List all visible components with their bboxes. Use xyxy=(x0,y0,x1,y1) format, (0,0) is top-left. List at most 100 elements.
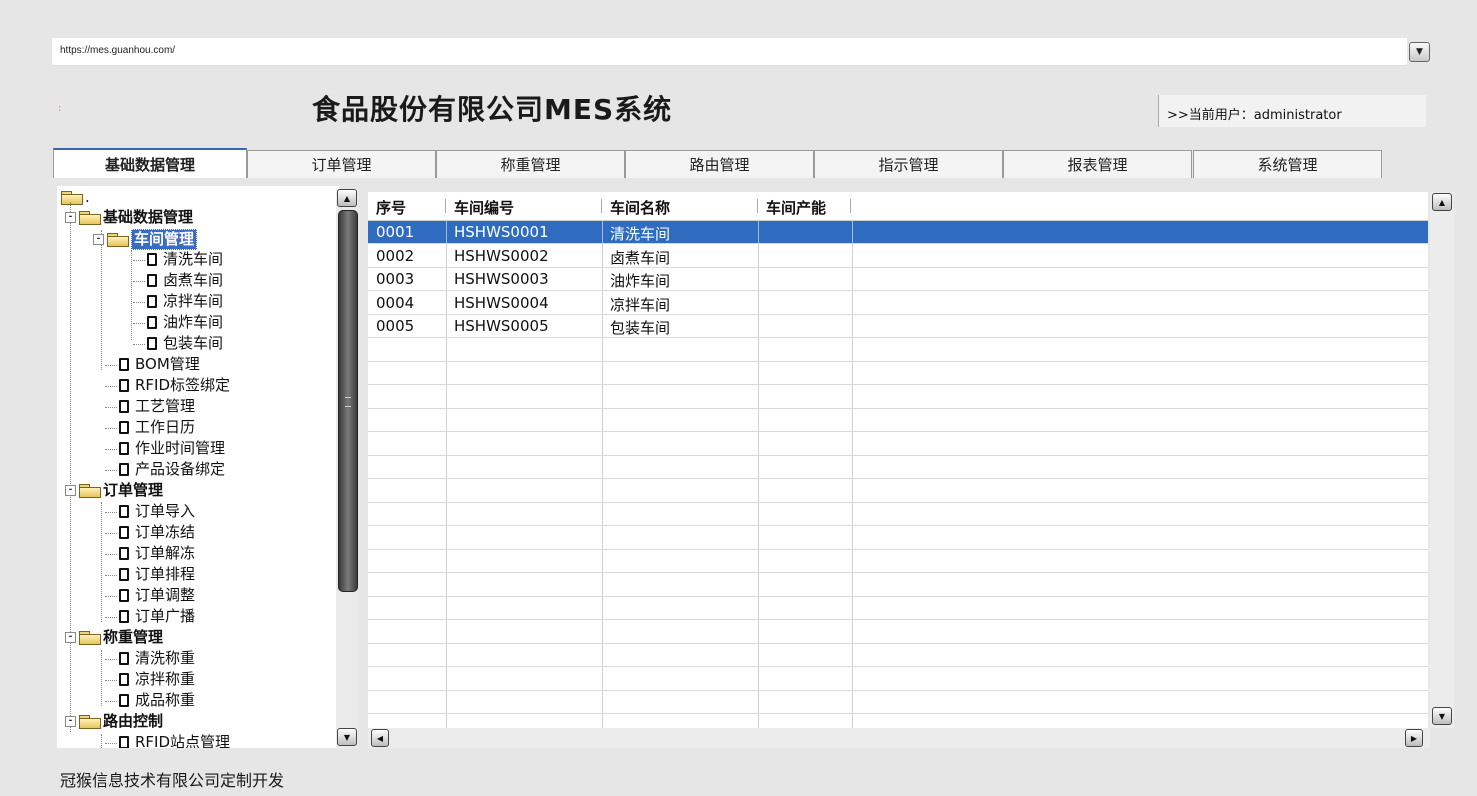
tree-connector xyxy=(101,230,102,370)
tree-item[interactable]: 工作日历 xyxy=(119,418,195,437)
tree-connector xyxy=(133,260,145,261)
scroll-down-icon: ▼ xyxy=(343,732,351,742)
tree-item[interactable]: RFID标签绑定 xyxy=(119,376,230,395)
grid-vertical-scrollbar[interactable] xyxy=(1430,192,1454,728)
folder-icon xyxy=(107,233,129,247)
table-row[interactable]: 0003 HSHWS0003 油炸车间 xyxy=(368,268,1428,291)
grid-horizontal-scrollbar[interactable] xyxy=(368,728,1430,748)
tree-connector xyxy=(105,449,117,450)
tree-connector xyxy=(105,575,117,576)
grid-scroll-up-button[interactable]: ▲ xyxy=(1432,193,1452,211)
document-icon xyxy=(119,673,129,686)
tree-scroll-down-button[interactable]: ▼ xyxy=(337,728,357,746)
tree-item-label: 订单冻结 xyxy=(135,523,196,541)
current-user-label: >>当前用户：administrator xyxy=(1167,108,1342,123)
tree-item-label: 凉拌称重 xyxy=(135,670,196,688)
grid-scroll-down-button[interactable]: ▼ xyxy=(1432,707,1452,725)
grid-scroll-left-button[interactable]: ◀ xyxy=(371,729,389,747)
tree-folder[interactable]: - 订单管理 xyxy=(65,481,163,500)
tree-item[interactable]: 订单解冻 xyxy=(119,544,195,563)
tree-scroll-up-button[interactable]: ▲ xyxy=(337,189,357,207)
tree-connector xyxy=(133,281,145,282)
navigation-tree[interactable]: . - 基础数据管理 - 车间管理 清洗车间卤煮车间凉拌车间油炸车间包装车间 BOM管理 RF… xyxy=(57,186,339,748)
tree-item[interactable]: 工艺管理 xyxy=(119,397,195,416)
tree-folder[interactable]: - 路由控制 xyxy=(65,712,163,731)
tree-item[interactable]: 清洗称重 xyxy=(119,649,195,668)
document-icon xyxy=(119,694,129,707)
tab-4[interactable]: 路由管理 xyxy=(625,150,814,178)
tree-item[interactable]: 油炸车间 xyxy=(147,313,223,332)
document-icon xyxy=(119,568,129,581)
column-separator[interactable] xyxy=(850,199,851,213)
workshop-grid[interactable]: 序号 车间编号 车间名称 车间产能 0001 HSHWS0001 清洗车间 0002 HSHW… xyxy=(368,192,1428,728)
empty-row xyxy=(368,503,1428,526)
tree-item[interactable]: 订单广播 xyxy=(119,607,195,626)
tree-item-label: 订单管理 xyxy=(103,481,164,499)
collapse-icon[interactable]: - xyxy=(65,632,76,643)
column-separator[interactable] xyxy=(757,199,758,213)
tree-item[interactable]: 订单排程 xyxy=(119,565,195,584)
tab-3[interactable]: 称重管理 xyxy=(436,150,625,178)
tree-connector xyxy=(133,323,145,324)
tree-item[interactable]: 包装车间 xyxy=(147,334,223,353)
tree-item-label: 订单调整 xyxy=(135,586,196,604)
collapse-icon[interactable]: - xyxy=(93,234,104,245)
collapse-icon[interactable]: - xyxy=(65,716,76,727)
tree-folder[interactable]: - 称重管理 xyxy=(65,628,163,647)
tree-item[interactable]: BOM管理 xyxy=(119,355,200,374)
tab-5[interactable]: 指示管理 xyxy=(814,150,1003,178)
collapse-icon[interactable]: - xyxy=(65,485,76,496)
table-cell: 0001 xyxy=(376,223,415,241)
grip-icon xyxy=(345,397,351,407)
document-icon xyxy=(119,505,129,518)
tab-2[interactable]: 订单管理 xyxy=(247,150,436,178)
current-user-panel: >>当前用户：administrator xyxy=(1158,95,1426,127)
tab-6[interactable]: 报表管理 xyxy=(1003,150,1192,178)
tree-connector xyxy=(105,617,117,618)
document-icon xyxy=(147,253,157,266)
tree-item[interactable]: 作业时间管理 xyxy=(119,439,225,458)
tree-item[interactable]: 凉拌车间 xyxy=(147,292,223,311)
column-header[interactable]: 车间编号 xyxy=(454,197,514,218)
tree-folder[interactable]: - 车间管理 xyxy=(93,229,198,250)
table-row[interactable]: 0002 HSHWS0002 卤煮车间 xyxy=(368,245,1428,268)
tree-item-label: 包装车间 xyxy=(163,334,224,352)
tree-item[interactable]: 订单冻结 xyxy=(119,523,195,542)
tab-1[interactable]: 基础数据管理 xyxy=(53,148,247,178)
tree-folder[interactable]: - 基础数据管理 xyxy=(65,208,193,227)
grid-scroll-right-button[interactable]: ▶ xyxy=(1405,729,1423,747)
empty-row xyxy=(368,456,1428,479)
tree-item[interactable]: 产品设备绑定 xyxy=(119,460,225,479)
tree-item-label: 称重管理 xyxy=(103,628,164,646)
table-row[interactable]: 0004 HSHWS0004 凉拌车间 xyxy=(368,292,1428,315)
table-row[interactable]: 0005 HSHWS0005 包装车间 xyxy=(368,315,1428,338)
tab-7[interactable]: 系统管理 xyxy=(1193,150,1382,178)
tree-item[interactable]: RFID站点管理 xyxy=(119,733,230,748)
table-row[interactable]: 0001 HSHWS0001 清洗车间 xyxy=(368,221,1428,244)
tree-item-label: 作业时间管理 xyxy=(135,439,226,457)
tree-item[interactable]: 凉拌称重 xyxy=(119,670,195,689)
tree-root[interactable]: . xyxy=(61,188,90,207)
table-cell: 0005 xyxy=(376,317,415,335)
tree-item[interactable]: 卤煮车间 xyxy=(147,271,223,290)
column-header[interactable]: 序号 xyxy=(376,197,406,218)
column-separator[interactable] xyxy=(601,199,602,213)
table-cell: HSHWS0001 xyxy=(454,223,549,241)
tree-item[interactable]: 成品称重 xyxy=(119,691,195,710)
tree-item[interactable]: 订单调整 xyxy=(119,586,195,605)
address-dropdown-button[interactable]: ▼ xyxy=(1409,42,1430,62)
collapse-icon[interactable]: - xyxy=(65,212,76,223)
column-header[interactable]: 车间产能 xyxy=(766,197,826,218)
document-icon xyxy=(147,337,157,350)
tree-item[interactable]: 清洗车间 xyxy=(147,250,223,269)
scroll-left-icon: ◀ xyxy=(376,733,384,743)
column-separator[interactable] xyxy=(445,199,446,213)
table-cell: HSHWS0004 xyxy=(454,293,549,312)
folder-icon xyxy=(79,211,101,225)
address-bar[interactable]: https://mes.guanhou.com/ xyxy=(52,38,1407,66)
empty-row xyxy=(368,433,1428,456)
column-header[interactable]: 车间名称 xyxy=(610,197,670,218)
page-title: 食品股份有限公司MES系统 xyxy=(312,93,673,126)
tree-item[interactable]: 订单导入 xyxy=(119,502,195,521)
tree-connector xyxy=(105,554,117,555)
